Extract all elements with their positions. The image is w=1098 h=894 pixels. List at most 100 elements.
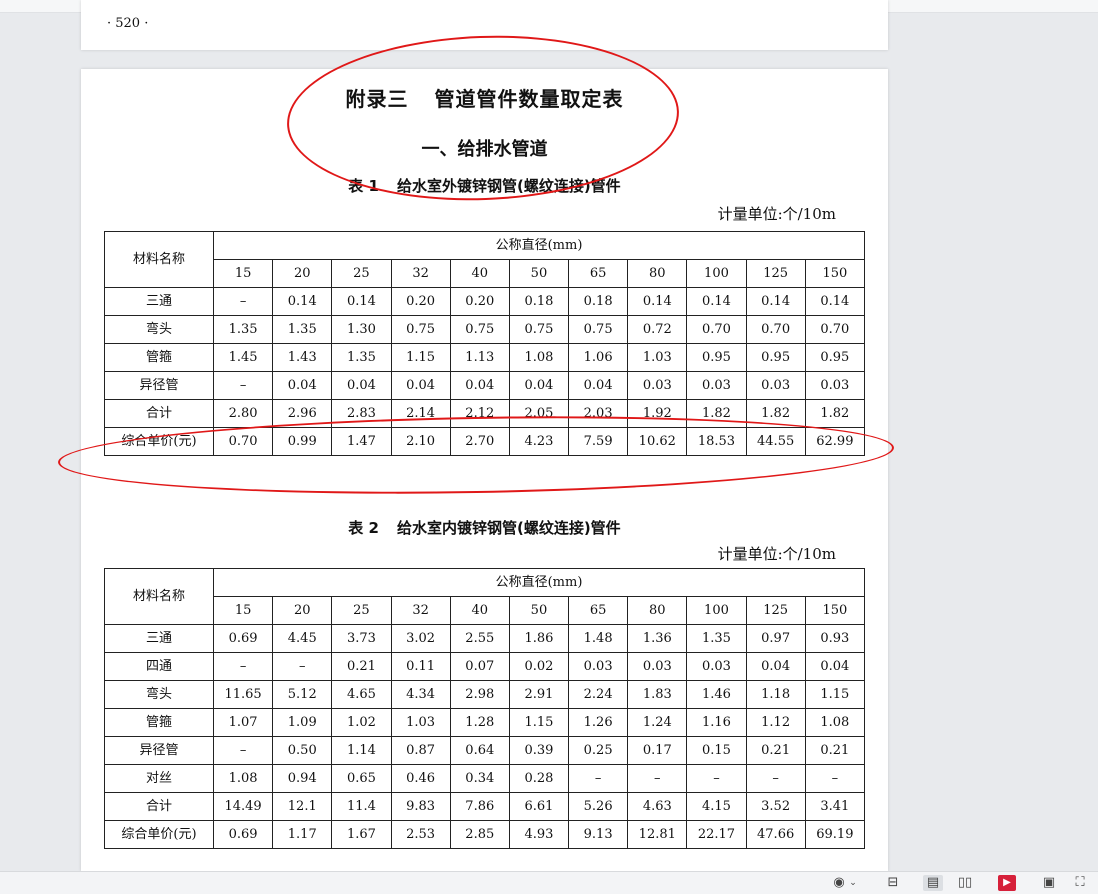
table2-title: 给水室内镀锌钢管(螺纹连接)管件 — [396, 519, 621, 537]
value-cell: 0.75 — [508, 315, 570, 344]
value-cell: 0.04 — [390, 371, 451, 400]
value-cell: – — [212, 736, 274, 765]
row-label: 异径管 — [104, 736, 214, 765]
value-cell: 0.75 — [568, 315, 629, 344]
value-cell: 1.07 — [212, 708, 274, 737]
value-cell: 18.53 — [686, 427, 747, 456]
value-cell: 4.65 — [331, 680, 392, 709]
value-cell: – — [568, 764, 629, 793]
value-cell: 1.46 — [686, 680, 747, 709]
value-cell: 0.03 — [627, 652, 688, 681]
value-cell: 4.23 — [508, 427, 570, 456]
value-cell: – — [745, 764, 806, 793]
value-cell: 0.95 — [804, 343, 866, 372]
previous-page: · 520 · — [81, 0, 888, 50]
value-cell: 1.36 — [627, 624, 688, 653]
fullscreen-icon[interactable]: ⛶ — [1071, 875, 1089, 891]
table2-number: 表 2 — [348, 519, 379, 537]
value-cell: 2.14 — [390, 399, 451, 428]
value-cell: 0.04 — [331, 371, 392, 400]
value-cell: 0.20 — [449, 287, 510, 316]
table-row: 异径管 –0.50 1.14 0.87 0.64 0.39 0.25 0.17 0.15 0.21… — [104, 736, 866, 765]
value-cell: 2.96 — [272, 399, 333, 428]
value-cell: 0.87 — [390, 736, 451, 765]
value-cell: 1.82 — [686, 399, 747, 428]
fit-page-icon[interactable]: ▣ — [1040, 875, 1058, 891]
two-page-icon[interactable]: ▯▯ — [956, 875, 974, 891]
value-cell: 0.04 — [804, 652, 866, 681]
value-cell: 0.97 — [745, 624, 806, 653]
value-cell: 1.08 — [212, 764, 274, 793]
nominal-diameter-header: 公称直径(mm) — [213, 568, 865, 597]
diameter-cell: 80 — [627, 259, 688, 288]
value-cell: 0.03 — [804, 371, 866, 400]
value-cell: 0.14 — [331, 287, 392, 316]
value-cell: 1.18 — [745, 680, 806, 709]
value-cell: 3.02 — [390, 624, 451, 653]
value-cell: 69.19 — [804, 820, 866, 849]
value-cell: 47.66 — [745, 820, 806, 849]
value-cell: 1.35 — [272, 315, 333, 344]
value-cell: 0.69 — [212, 624, 274, 653]
value-cell: 0.14 — [745, 287, 806, 316]
table-row: 弯头 1.35 1.35 1.30 0.75 0.75 0.75 0.75 0.72 0.70 0.… — [104, 315, 866, 344]
diameter-cell: 150 — [804, 596, 866, 625]
row-label: 合计 — [104, 399, 214, 428]
value-cell: 7.59 — [568, 427, 629, 456]
play-icon[interactable]: ▶ — [998, 875, 1016, 891]
value-cell: 0.03 — [568, 652, 629, 681]
value-cell: 0.70 — [686, 315, 747, 344]
material-name-header: 材料名称 — [104, 231, 214, 288]
row-label: 三通 — [104, 624, 214, 653]
value-cell: 12.1 — [272, 792, 333, 821]
diameter-cell: 125 — [745, 259, 806, 288]
header-row: 材料名称 公称直径(mm) — [104, 231, 865, 288]
value-cell: 2.85 — [449, 820, 510, 849]
value-cell: 1.15 — [508, 708, 570, 737]
value-cell: 22.17 — [686, 820, 747, 849]
value-cell: 1.15 — [390, 343, 451, 372]
diameter-cell: 15 — [212, 596, 274, 625]
chevron-down-icon[interactable]: ⌄ — [848, 875, 858, 891]
nominal-diameter-header: 公称直径(mm) — [213, 231, 865, 260]
table2-unit: 计量单位:个/10m — [717, 545, 836, 563]
value-cell: 1.15 — [804, 680, 866, 709]
value-cell: 1.08 — [508, 343, 570, 372]
diameter-cell: 100 — [686, 596, 747, 625]
value-cell: 0.04 — [745, 652, 806, 681]
table1-number: 表 1 — [348, 177, 379, 195]
value-cell: 0.70 — [804, 315, 866, 344]
value-cell: 9.13 — [568, 820, 629, 849]
value-cell: 2.10 — [390, 427, 451, 456]
table-row: 对丝 1.08 0.94 0.65 0.46 0.34 0.28– – – – – — [104, 764, 866, 793]
value-cell: 0.04 — [568, 371, 629, 400]
appendix-title: 附录三 管道管件数量取定表 — [81, 83, 888, 112]
value-cell: 11.4 — [331, 792, 392, 821]
eye-icon[interactable]: ◉ — [830, 875, 848, 891]
fit-width-icon[interactable]: ⊟ — [884, 875, 902, 891]
value-cell: 62.99 — [804, 427, 866, 456]
value-cell: 12.81 — [627, 820, 688, 849]
value-cell: 0.04 — [508, 371, 570, 400]
section-title: 一、给排水管道 — [421, 139, 548, 160]
value-cell: 0.21 — [745, 736, 806, 765]
value-cell: 1.03 — [627, 343, 688, 372]
value-cell: 1.02 — [331, 708, 392, 737]
table-row: 综合单价(元) 0.69 1.17 1.67 2.53 2.85 4.93 9.13 12.81… — [104, 820, 866, 849]
value-cell: – — [212, 652, 274, 681]
row-label: 对丝 — [104, 764, 214, 793]
material-name-header: 材料名称 — [104, 568, 214, 625]
value-cell: 1.14 — [331, 736, 392, 765]
value-cell: 2.03 — [568, 399, 629, 428]
value-cell: 0.39 — [508, 736, 570, 765]
value-cell: 1.48 — [568, 624, 629, 653]
row-label: 合计 — [104, 792, 214, 821]
value-cell: 0.14 — [686, 287, 747, 316]
table2-caption: 表 2 给水室内镀锌钢管(螺纹连接)管件 — [81, 517, 888, 538]
value-cell: 2.55 — [449, 624, 510, 653]
value-cell: 0.64 — [449, 736, 510, 765]
value-cell: 3.52 — [745, 792, 806, 821]
value-cell: 9.83 — [390, 792, 451, 821]
value-cell: 44.55 — [745, 427, 806, 456]
single-page-icon[interactable]: ▤ — [923, 875, 943, 891]
